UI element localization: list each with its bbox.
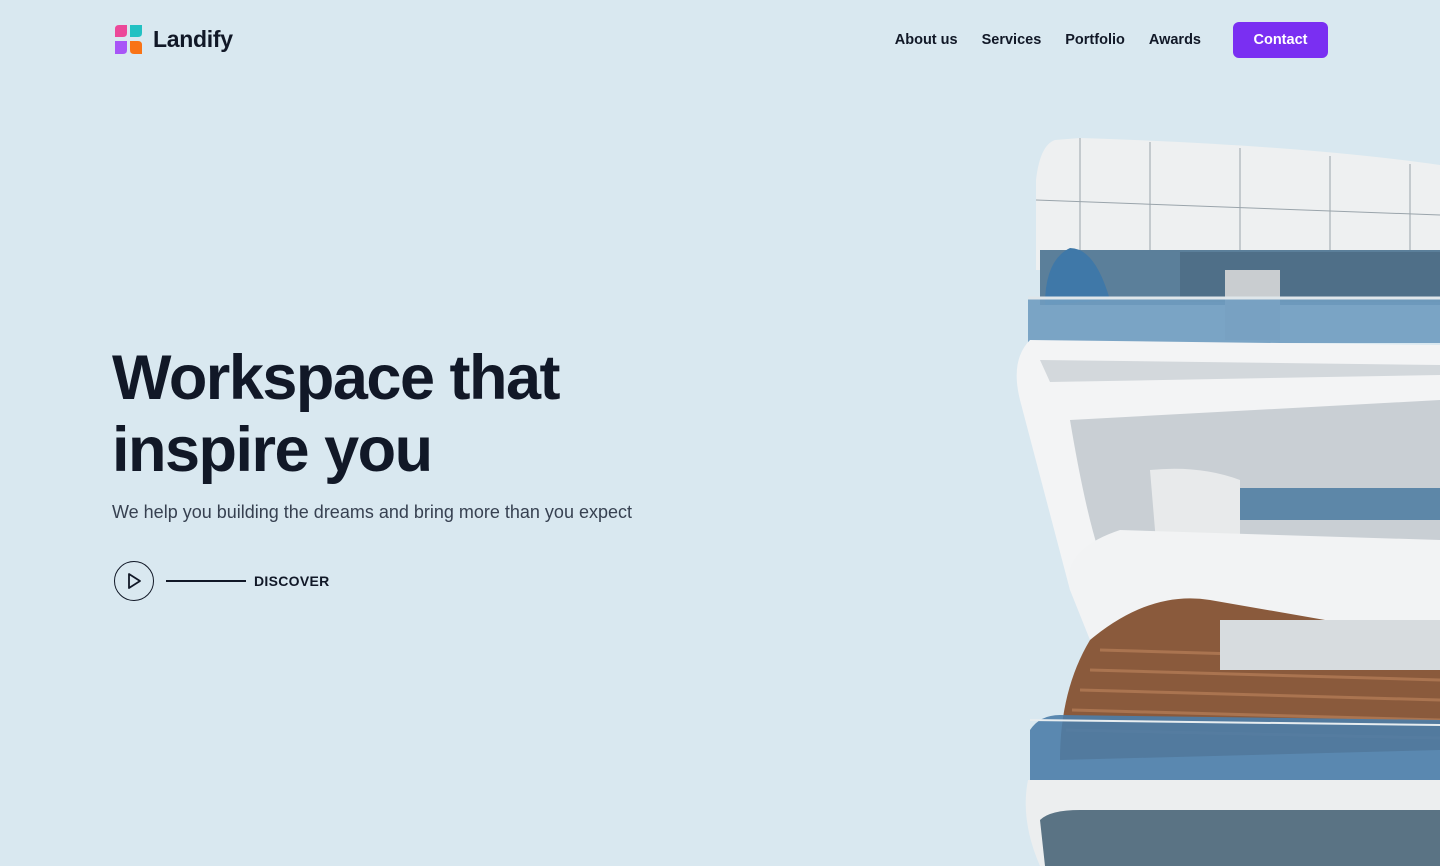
hero-title-line-2: inspire you [112, 415, 433, 485]
brand-name: Landify [153, 26, 233, 52]
contact-button[interactable]: Contact [1233, 22, 1328, 58]
nav-link-about-us[interactable]: About us [895, 32, 958, 48]
nav-link-awards[interactable]: Awards [1149, 32, 1201, 48]
discover-label: DISCOVER [254, 573, 330, 589]
brand-logo[interactable]: Landify [112, 23, 233, 56]
discover-link[interactable]: DISCOVER [114, 561, 330, 601]
hero-title-line-1: Workspace that [112, 343, 560, 413]
play-button[interactable] [114, 561, 154, 601]
top-navigation: About us Services Portfolio Awards Conta… [895, 22, 1328, 58]
hero-subtitle: We help you building the dreams and brin… [112, 502, 632, 522]
nav-link-services[interactable]: Services [982, 32, 1042, 48]
play-icon [128, 573, 141, 589]
hero-title: Workspace that inspire you [112, 342, 752, 486]
discover-divider-line [166, 580, 246, 582]
building-hero-image [1016, 138, 1440, 866]
nav-link-portfolio[interactable]: Portfolio [1065, 32, 1125, 48]
landify-logo-icon [115, 25, 142, 54]
